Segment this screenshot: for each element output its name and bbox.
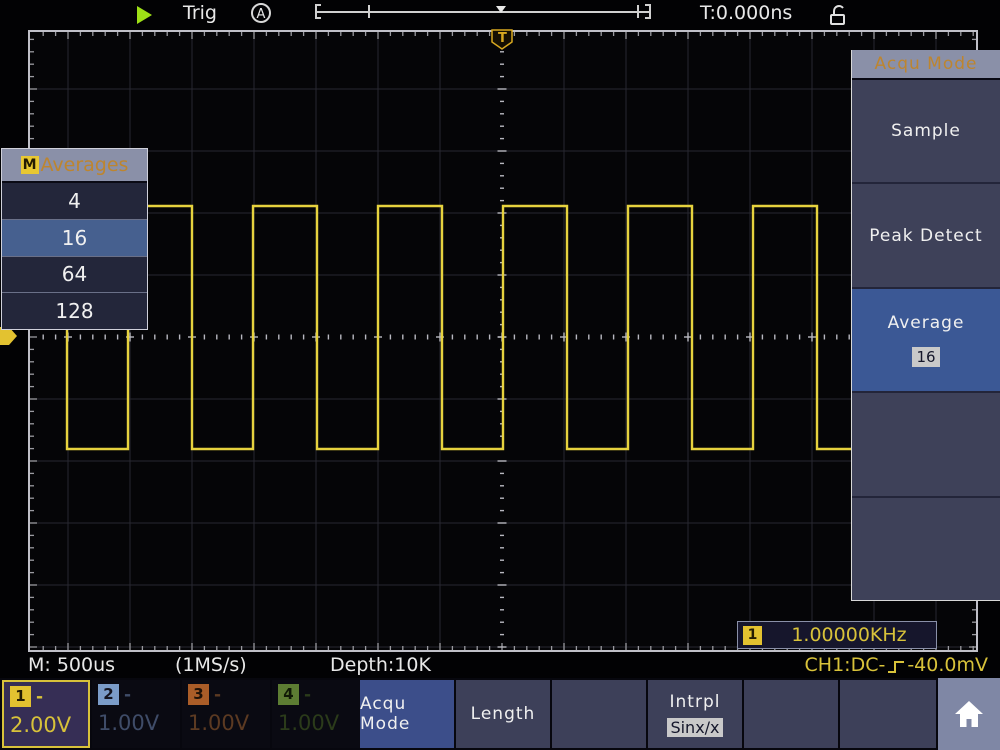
frequency-counter-readout: 1 1.00000KHz	[737, 621, 937, 649]
side-menu-title: Acqu Mode	[852, 50, 1000, 80]
hpos-window-right-tick	[637, 5, 639, 18]
softkey-empty-2[interactable]	[744, 680, 838, 748]
channel-1-box[interactable]: 1 - 2.00V	[2, 680, 90, 748]
trigger-settings-readout: CH1:DC- -40.0mV	[805, 654, 988, 676]
softkey-intrpl[interactable]: Intrpl Sinx/x	[648, 680, 742, 748]
scope-display-graticule	[28, 30, 978, 652]
averages-option-16[interactable]: 16	[2, 220, 147, 257]
averages-option-64[interactable]: 64	[2, 257, 147, 294]
record-depth: Depth:10K	[330, 654, 431, 676]
channel-3-box[interactable]: 3 - 1.00V	[182, 680, 270, 748]
main-timebase: M: 500us	[28, 654, 115, 676]
m-knob-badge: M	[21, 156, 39, 174]
bottom-channel-strip: 1 - 2.00V 2 - 1.00V 3 - 1.00V 4 - 1.00V …	[0, 678, 1000, 750]
ch4-scale: 1.00V	[278, 711, 354, 735]
menu-item-sample[interactable]: Sample	[852, 80, 1000, 184]
run-state-play-icon	[137, 6, 152, 24]
freq-value: 1.00000KHz	[762, 624, 936, 646]
softkey-empty-1[interactable]	[552, 680, 646, 748]
home-icon	[952, 698, 986, 730]
autoset-icon: A	[251, 3, 271, 23]
averages-option-128[interactable]: 128	[2, 293, 147, 329]
hpos-trigger-position-marker	[496, 6, 506, 13]
intrpl-value: Sinx/x	[667, 718, 722, 737]
trig-status-label: Trig	[183, 2, 217, 24]
waveform-plot	[28, 30, 978, 652]
averages-popup-title: Averages	[41, 154, 129, 176]
ch2-coupling: -	[124, 685, 131, 705]
menu-item-empty-1	[852, 393, 1000, 497]
freq-channel-badge: 1	[743, 626, 762, 645]
ch3-scale: 1.00V	[188, 711, 264, 735]
channel-4-box[interactable]: 4 - 1.00V	[272, 680, 360, 748]
ch1-scale: 2.00V	[10, 713, 82, 737]
ch1-coupling: -	[36, 687, 43, 707]
acqu-mode-side-menu: Acqu Mode Sample Peak Detect Average 16	[851, 50, 1000, 601]
ch4-badge: 4	[278, 684, 299, 705]
horizontal-position-indicator[interactable]	[315, 2, 655, 22]
ch4-coupling: -	[304, 685, 311, 705]
trigger-position-t-marker[interactable]: T	[490, 29, 514, 51]
ch2-scale: 1.00V	[98, 711, 174, 735]
rising-edge-icon	[887, 659, 905, 675]
hpos-window-left-tick	[368, 5, 370, 18]
ch3-coupling: -	[214, 685, 221, 705]
menu-item-average[interactable]: Average 16	[852, 289, 1000, 393]
svg-text:T: T	[498, 31, 507, 46]
hpos-left-bracket	[315, 4, 321, 19]
unlocked-padlock-icon[interactable]	[826, 3, 848, 27]
bottom-status-bar: M: 500us (1MS/s) Depth:10K CH1:DC- -40.0…	[0, 652, 1000, 678]
ch2-badge: 2	[98, 684, 119, 705]
averages-option-4[interactable]: 4	[2, 183, 147, 220]
average-count-value: 16	[912, 347, 939, 367]
home-button[interactable]	[938, 678, 1000, 750]
hpos-bar	[315, 11, 651, 13]
sample-rate: (1MS/s)	[175, 654, 247, 676]
menu-item-empty-2	[852, 498, 1000, 600]
averages-popup-header: M Averages	[2, 149, 147, 183]
softkey-empty-3[interactable]	[840, 680, 936, 748]
hpos-right-bracket	[645, 4, 651, 19]
averages-popup: M Averages 4 16 64 128	[1, 148, 148, 330]
channel-2-box[interactable]: 2 - 1.00V	[92, 680, 180, 748]
ch1-badge: 1	[10, 686, 31, 707]
trigger-time-offset: T:0.000ns	[700, 2, 792, 24]
menu-item-peak-detect[interactable]: Peak Detect	[852, 184, 1000, 288]
ch3-badge: 3	[188, 684, 209, 705]
softkey-acqu-mode[interactable]: Acqu Mode	[360, 680, 454, 748]
softkey-length[interactable]: Length	[456, 680, 550, 748]
top-status-bar: Trig A T:0.000ns	[0, 0, 1000, 30]
